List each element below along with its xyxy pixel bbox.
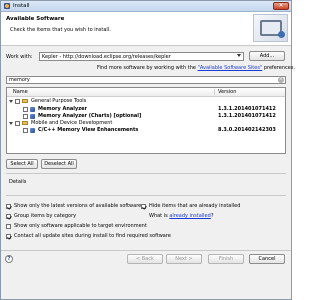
tree-item-cpp-memory-view[interactable]: C/C++ Memory View Enhancements 8.3.0.201… [7, 127, 285, 134]
contact-sites-checkbox[interactable] [6, 234, 11, 239]
latest-versions-checkbox[interactable] [6, 204, 11, 209]
what-installed-line: What is already installed? [149, 213, 213, 220]
banner-disc-shape [278, 31, 285, 38]
latest-versions-label: Show only the latest versions of availab… [14, 203, 142, 209]
install-window: Install ✕ Available Software Check the i… [0, 0, 295, 300]
wizard-header: Available Software Check the items that … [1, 12, 291, 46]
finish-button[interactable]: Finish [208, 254, 244, 264]
category-checkbox[interactable] [15, 121, 20, 126]
details-panel: Details [6, 173, 286, 196]
work-with-combo[interactable]: Kepler - http://download.eclipse.org/rel… [39, 52, 244, 61]
expand-toggle-icon[interactable] [9, 122, 13, 125]
what-installed-suffix: ? [210, 213, 214, 219]
hide-installed-checkbox[interactable] [141, 204, 146, 209]
tree-item-memory-analyzer[interactable]: Memory Analyzer 1.3.1.201401071412 [7, 106, 285, 113]
page-description: Check the items that you wish to install… [10, 27, 111, 33]
expand-toggle-icon[interactable] [9, 100, 13, 103]
contact-sites-label: Contact all update sites during install … [14, 233, 171, 239]
category-checkbox[interactable] [15, 99, 20, 104]
item-name: Memory Analyzer (Charts) [optional] [38, 113, 142, 119]
group-by-category-label: Group items by category [14, 213, 77, 219]
feature-icon [30, 128, 35, 133]
hide-installed-label: Hide items that are already installed [149, 203, 241, 209]
available-software-sites-link[interactable]: "Available Software Sites" [198, 65, 263, 71]
tree-item-memory-analyzer-charts[interactable]: Memory Analyzer (Charts) [optional] 1.3.… [7, 113, 285, 120]
close-button[interactable]: ✕ [273, 2, 289, 10]
applicable-only-checkbox[interactable] [6, 224, 11, 229]
eclipse-icon [4, 3, 10, 9]
work-with-label: Work with: [6, 54, 33, 60]
details-label: Details [9, 179, 27, 185]
folder-icon [22, 99, 28, 103]
feature-icon [30, 114, 35, 119]
clear-filter-icon[interactable]: × [278, 77, 284, 83]
what-installed-prefix: What is [149, 213, 168, 219]
applicable-only-label: Show only software applicable to target … [14, 223, 147, 229]
category-name: General Purpose Tools [31, 98, 87, 104]
software-tree[interactable]: Name Version General Purpose Tools Memor… [6, 87, 286, 154]
item-checkbox[interactable] [23, 107, 28, 112]
add-site-button[interactable]: Add... [249, 51, 285, 61]
feature-icon [30, 107, 35, 112]
item-version: 1.3.1.201401071412 [218, 106, 276, 112]
item-version: 8.3.0.201402142303 [218, 127, 276, 133]
deselect-all-button[interactable]: Deselect All [41, 159, 77, 169]
already-installed-link[interactable]: already installed [169, 213, 210, 219]
available-sites-hint: Find more software by working with the "… [97, 65, 295, 71]
hint-prefix: Find more software by working with the [97, 65, 196, 71]
footer-separator [1, 250, 291, 251]
folder-icon [22, 121, 28, 125]
back-button[interactable]: < Back [127, 254, 163, 264]
tree-header: Name Version [7, 88, 285, 97]
tree-category-general-purpose[interactable]: General Purpose Tools [7, 98, 285, 105]
group-by-category-checkbox[interactable] [6, 214, 11, 219]
item-checkbox[interactable] [23, 114, 28, 119]
item-name: C/C++ Memory View Enhancements [38, 127, 139, 133]
category-name: Mobile and Device Development [31, 120, 113, 126]
item-version: 1.3.1.201401071412 [218, 113, 276, 119]
filter-input[interactable]: memory [6, 76, 286, 84]
help-icon[interactable]: ? [5, 255, 13, 263]
next-button[interactable]: Next > [166, 254, 202, 264]
page-title: Available Software [6, 16, 65, 22]
column-name[interactable]: Name [13, 89, 28, 95]
cancel-button[interactable]: Cancel [249, 254, 285, 264]
window-title: Install [13, 3, 30, 9]
column-version[interactable]: Version [214, 89, 236, 95]
item-name: Memory Analyzer [38, 106, 88, 112]
hint-suffix: preferences. [263, 65, 296, 71]
title-bar[interactable]: Install ✕ [1, 1, 291, 12]
install-banner-icon [253, 14, 288, 42]
item-checkbox[interactable] [23, 128, 28, 133]
select-all-button[interactable]: Select All [6, 159, 38, 169]
tree-category-mobile-device[interactable]: Mobile and Device Development [7, 120, 285, 127]
chevron-down-icon[interactable] [237, 54, 241, 57]
